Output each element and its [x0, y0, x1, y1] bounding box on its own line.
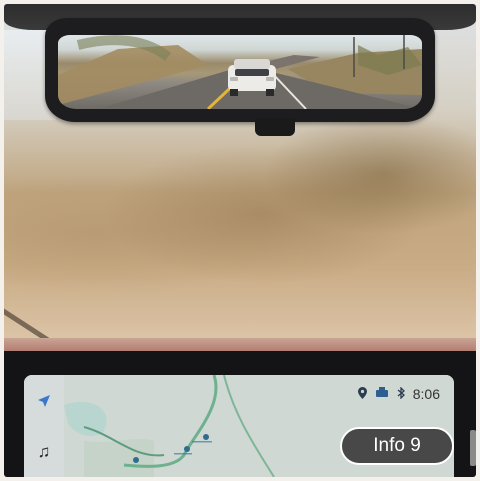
digital-rearview-mirror	[45, 18, 435, 136]
mirror-camera-view	[58, 35, 422, 109]
dashboard-edge	[4, 338, 476, 352]
windshield-scene: ♫ 8:06	[4, 4, 476, 477]
screen-bezel-clip	[470, 430, 476, 466]
info-button[interactable]: Info 9	[340, 427, 454, 465]
status-bar: 8:06	[357, 385, 440, 403]
location-pin-icon	[357, 386, 367, 402]
music-note-icon[interactable]: ♫	[30, 439, 58, 465]
infotainment-sidebar: ♫	[24, 375, 64, 477]
signal-icon	[375, 386, 389, 402]
bluetooth-icon	[397, 385, 405, 402]
clock: 8:06	[412, 386, 440, 402]
mirror-mount	[255, 118, 295, 136]
navigation-arrow-icon[interactable]	[30, 387, 58, 415]
suv-vehicle	[228, 59, 276, 96]
rear-road-scene	[58, 35, 422, 109]
